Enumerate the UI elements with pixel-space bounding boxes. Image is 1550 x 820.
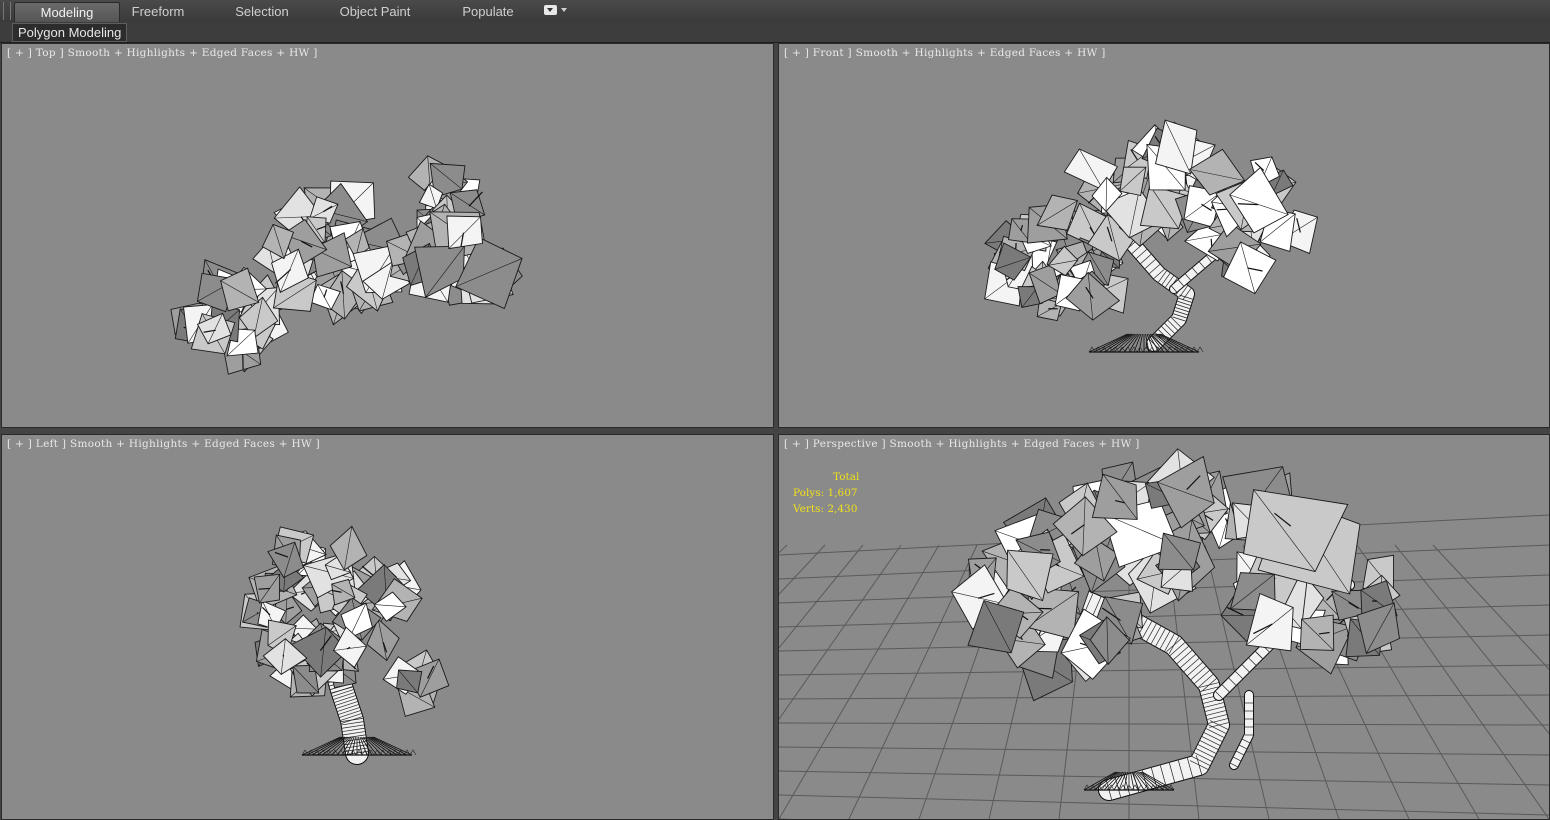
stats-polys: Polys: 1,607: [793, 487, 858, 499]
polygon-modeling-panel[interactable]: Polygon Modeling: [12, 23, 128, 42]
viewport-left[interactable]: [ + ] Left ] Smooth + Highlights + Edged…: [1, 434, 774, 820]
viewport-front[interactable]: [ + ] Front ] Smooth + Highlights + Edge…: [778, 43, 1550, 428]
viewport-label-front[interactable]: [ + ] Front ] Smooth + Highlights + Edge…: [784, 47, 1106, 59]
ribbon-options-icon[interactable]: [544, 5, 568, 17]
tab-freeform[interactable]: Freeform: [118, 2, 198, 21]
chevron-down-icon: [561, 8, 567, 12]
tab-object-paint[interactable]: Object Paint: [330, 2, 420, 21]
tree-model-perspective: [779, 448, 1549, 819]
viewport-label-top[interactable]: [ + ] Top ] Smooth + Highlights + Edged …: [7, 47, 318, 59]
stats-title: Total: [833, 471, 860, 483]
viewport-top[interactable]: [ + ] Top ] Smooth + Highlights + Edged …: [1, 43, 774, 428]
viewport-perspective[interactable]: [ + ] Perspective ] Smooth + Highlights …: [778, 434, 1550, 820]
viewport-label-perspective[interactable]: [ + ] Perspective ] Smooth + Highlights …: [784, 438, 1140, 450]
tab-selection[interactable]: Selection: [222, 2, 302, 21]
ribbon-tab-bar: Modeling Freeform Selection Object Paint…: [0, 0, 1550, 23]
ribbon-options-box: [544, 5, 557, 15]
ribbon-panel-bar: Polygon Modeling: [0, 22, 1550, 43]
stats-verts: Verts: 2,430: [793, 503, 858, 515]
viewport-label-left[interactable]: [ + ] Left ] Smooth + Highlights + Edged…: [7, 438, 320, 450]
tree-model-top: [170, 155, 523, 375]
tree-model-left: [239, 525, 450, 765]
tree-model-front: [984, 119, 1319, 353]
statistics-overlay: Total Polys: 1,607 Verts: 2,430: [793, 469, 859, 517]
tab-modeling[interactable]: Modeling: [14, 2, 120, 22]
ribbon-drag-handle[interactable]: [3, 2, 11, 20]
tab-populate[interactable]: Populate: [450, 2, 526, 21]
